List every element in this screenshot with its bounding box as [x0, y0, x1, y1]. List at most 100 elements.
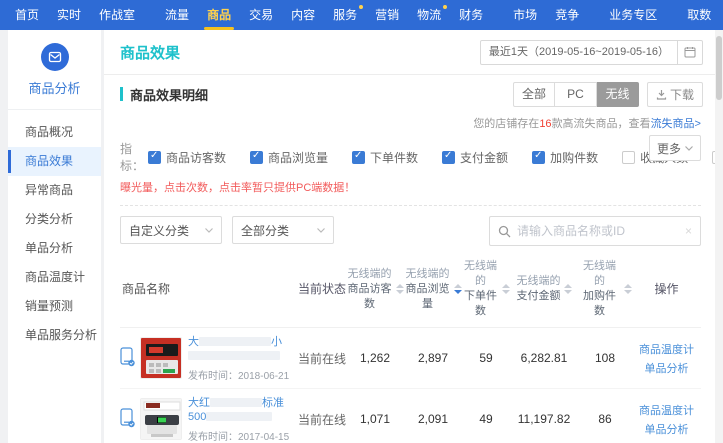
mobile-listing-icon — [120, 408, 136, 431]
filter-option-orders[interactable]: 下单件数 — [352, 149, 418, 166]
nav-item-content[interactable]: 内容 — [282, 0, 324, 30]
visitors-cell: 1,071 — [346, 412, 404, 426]
nav-item-finance[interactable]: 财务 — [450, 0, 492, 30]
sidebar-item-single-product-analysis[interactable]: 单品分析 — [8, 234, 101, 263]
checkbox-icon — [148, 151, 161, 164]
single-analysis-link[interactable]: 单品分析 — [645, 421, 689, 437]
payment-cell: 11,197.82 — [510, 412, 578, 426]
orders-cell: 49 — [462, 412, 510, 426]
nav-item-market[interactable]: 市场 — [504, 0, 546, 30]
vertical-scrollbar[interactable] — [715, 30, 723, 443]
table-body: 大小 发布时间：2018-06-21 当前在线 1,262 2,897 59 6… — [120, 328, 701, 443]
nav-item-home[interactable]: 首页 — [6, 0, 48, 30]
nav-item-marketing[interactable]: 营销 — [366, 0, 408, 30]
tab-all[interactable]: 全部 — [513, 82, 555, 107]
nav-item-logistics[interactable]: 物流 — [408, 0, 450, 30]
table-header-row: 商品名称 当前状态 无线端的商品访客数 无线端的商品浏览量 无线端的下单件数 无… — [120, 252, 701, 328]
top-nav: 首页 实时 作战室 流量 商品 交易 内容 服务 营销 物流 财务 市场 竞争 … — [0, 0, 723, 30]
nav-item-realtime[interactable]: 实时 — [48, 0, 90, 30]
col-header-visitors[interactable]: 无线端的商品访客数 — [346, 266, 404, 312]
sidebar-item-product-overview[interactable]: 商品概况 — [8, 118, 101, 147]
filter-option-payment[interactable]: 支付金额 — [442, 149, 508, 166]
nav-item-data-fetch[interactable]: 取数 — [678, 0, 720, 30]
thermometer-link[interactable]: 商品温度计 — [639, 341, 694, 357]
product-title-link[interactable]: 大红标准 — [188, 396, 298, 410]
col-header-product-name: 商品名称 — [120, 280, 298, 297]
filter-option-cart-adds[interactable]: 加购件数 — [532, 149, 598, 166]
sidebar-menu: 商品概况 商品效果 异常商品 分类分析 单品分析 商品温度计 销量预测 单品服务… — [8, 110, 101, 350]
churn-products-link[interactable]: 流失商品> — [651, 118, 701, 130]
publish-date: 发布时间：2018-06-21 — [188, 367, 298, 382]
metrics-filter-row: 指标： 商品访客数 商品浏览量 下单件数 支付金额 加购件数 — [104, 131, 715, 174]
status-cell: 当前在线 — [298, 411, 346, 428]
censored-text — [199, 337, 271, 346]
col-header-status: 当前状态 — [298, 280, 346, 297]
date-range-picker[interactable]: 最近1天（2019-05-16~2019-05-16） — [480, 40, 703, 65]
censored-text — [188, 351, 280, 360]
sort-caret-icon[interactable] — [396, 284, 404, 294]
sort-caret-icon[interactable] — [624, 284, 632, 294]
sort-caret-icon[interactable] — [454, 284, 462, 294]
sidebar: 商品分析 商品概况 商品效果 异常商品 分类分析 单品分析 商品温度计 销量预测… — [8, 30, 101, 443]
nav-item-traffic[interactable]: 流量 — [156, 0, 198, 30]
product-title-link[interactable] — [188, 349, 298, 363]
filter-option-label: 下单件数 — [370, 149, 418, 166]
churn-alert: 您的店铺存在16款高流失商品，查看流失商品> — [104, 113, 715, 131]
actions-cell: 商品温度计 单品分析 — [632, 341, 701, 376]
calendar-icon[interactable] — [677, 41, 702, 64]
thermometer-link[interactable]: 商品温度计 — [639, 402, 694, 418]
filter-option-label: 商品浏览量 — [268, 149, 328, 166]
section-accent-bar — [120, 87, 123, 101]
orders-cell: 59 — [462, 351, 510, 365]
sidebar-item-product-thermometer[interactable]: 商品温度计 — [8, 263, 101, 292]
product-title-link[interactable]: 大小 — [188, 335, 298, 349]
nav-item-business-zone[interactable]: 业务专区 — [600, 0, 666, 30]
custom-category-select[interactable]: 自定义分类 — [120, 216, 222, 244]
filter-option-label: 加购件数 — [550, 149, 598, 166]
search-input[interactable] — [517, 224, 685, 238]
download-button[interactable]: 下载 — [647, 82, 703, 107]
chevron-down-icon — [205, 228, 213, 233]
filter-option-visitors[interactable]: 商品访客数 — [148, 149, 226, 166]
censored-text — [206, 412, 272, 421]
product-title-link[interactable]: 500 — [188, 410, 298, 424]
sort-caret-icon[interactable] — [564, 284, 572, 294]
download-label: 下载 — [670, 86, 694, 103]
col-header-actions: 操作 — [632, 280, 701, 297]
filter-option-views[interactable]: 商品浏览量 — [250, 149, 328, 166]
product-image[interactable] — [140, 337, 182, 379]
nav-item-service[interactable]: 服务 — [324, 0, 366, 30]
scrollbar-thumb[interactable] — [716, 36, 722, 100]
table-toolbar: 自定义分类 全部分类 × — [104, 206, 715, 244]
col-label: 商品浏览量 — [404, 282, 451, 312]
col-header-cart-adds[interactable]: 无线端的加购件数 — [578, 258, 632, 319]
col-label: 加购件数 — [578, 289, 621, 319]
cart-adds-cell: 86 — [578, 412, 632, 426]
sidebar-item-abnormal-products[interactable]: 异常商品 — [8, 176, 101, 205]
col-header-payment[interactable]: 无线端的支付金额 — [510, 273, 578, 304]
more-metrics-button[interactable]: 更多 — [649, 135, 701, 161]
sort-caret-icon[interactable] — [502, 284, 510, 294]
clear-search-icon[interactable]: × — [685, 224, 692, 238]
nav-item-trade[interactable]: 交易 — [240, 0, 282, 30]
tab-wireless[interactable]: 无线 — [597, 82, 639, 107]
main-panel: 商品效果 最近1天（2019-05-16~2019-05-16） 商品效果明细 … — [104, 30, 715, 443]
nav-item-competition[interactable]: 竞争 — [546, 0, 588, 30]
filter-option-label: 商品访客数 — [166, 149, 226, 166]
tab-pc[interactable]: PC — [555, 82, 597, 107]
page-title: 商品效果 — [120, 42, 180, 63]
nav-item-products[interactable]: 商品 — [198, 0, 240, 30]
all-category-select[interactable]: 全部分类 — [232, 216, 334, 244]
alert-count: 16 — [539, 118, 551, 130]
nav-item-war-room[interactable]: 作战室 — [90, 0, 144, 30]
app-window: 首页 实时 作战室 流量 商品 交易 内容 服务 营销 物流 财务 市场 竞争 … — [0, 0, 723, 443]
col-header-views[interactable]: 无线端的商品浏览量 — [404, 266, 462, 312]
cart-adds-cell: 108 — [578, 351, 632, 365]
single-analysis-link[interactable]: 单品分析 — [645, 360, 689, 376]
sidebar-item-single-product-service[interactable]: 单品服务分析 — [8, 321, 101, 350]
sidebar-item-product-effect[interactable]: 商品效果 — [8, 147, 101, 176]
col-header-orders[interactable]: 无线端的下单件数 — [462, 258, 510, 319]
product-image[interactable] — [140, 398, 182, 440]
sidebar-item-sales-forecast[interactable]: 销量预测 — [8, 292, 101, 321]
sidebar-item-category-analysis[interactable]: 分类分析 — [8, 205, 101, 234]
